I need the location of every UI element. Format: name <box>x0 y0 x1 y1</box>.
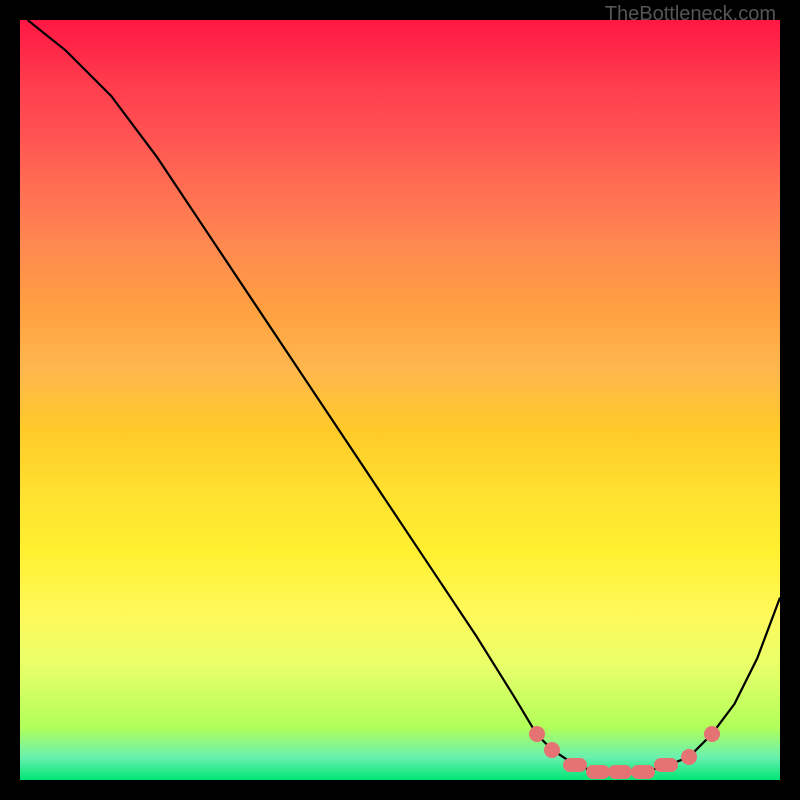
marker-dot <box>704 726 720 742</box>
marker-dot <box>681 749 697 765</box>
marker-dot <box>654 758 678 772</box>
marker-dot <box>529 726 545 742</box>
chart-curve <box>20 20 780 780</box>
watermark-text: TheBottleneck.com <box>605 3 776 26</box>
marker-dot <box>544 742 560 758</box>
marker-dot <box>608 765 632 779</box>
marker-dot <box>586 765 610 779</box>
marker-dot <box>563 758 587 772</box>
marker-dot <box>631 765 655 779</box>
